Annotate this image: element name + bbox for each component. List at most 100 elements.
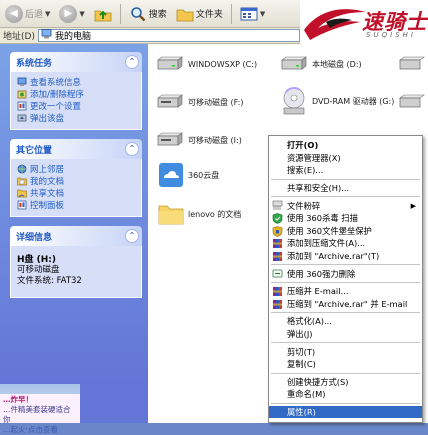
menu-item[interactable]: 属性(R) <box>269 405 422 419</box>
other-places-header[interactable]: 其它位置 ⌃ <box>10 139 142 159</box>
menu-item[interactable]: 打开(O) <box>269 139 422 152</box>
menu-item-label: 打开(O) <box>287 140 319 151</box>
search-icon <box>129 5 147 23</box>
place-label: 共享文档 <box>30 189 65 199</box>
task-change-setting[interactable]: 更改一个设置 <box>17 100 135 112</box>
collapse-icon[interactable]: ⌃ <box>125 229 139 243</box>
back-button[interactable]: ◀ 后退 ▼ <box>2 2 53 26</box>
add-remove-icon <box>17 89 27 99</box>
ad-line-2: …件精美套装硬适合你 <box>3 405 71 424</box>
menu-item-label: 格式化(A)... <box>287 316 332 327</box>
cloud-icon <box>159 163 183 187</box>
menu-item[interactable]: 使用 360强力删除 <box>269 267 422 280</box>
menu-item-label: 属性(R) <box>287 406 316 417</box>
place-network[interactable]: 网上邻居 <box>17 163 135 175</box>
context-menu: 打开(O) 资源管理器(X) 搜索(E)... 共享和安全(H)... 文件粉碎 ▶ 使用 … <box>268 135 423 423</box>
menu-item[interactable]: 复制(C) <box>269 358 422 371</box>
drive-partial-right-2[interactable] <box>398 94 426 110</box>
menu-item[interactable]: 共享和安全(H)... <box>269 182 422 195</box>
menu-item[interactable]: 剪切(T) <box>269 345 422 358</box>
task-label: 更改一个设置 <box>30 102 82 112</box>
place-shared-documents[interactable]: 共享文档 <box>17 187 135 199</box>
hard-drive-icon <box>399 56 425 70</box>
task-eject-disk[interactable]: 弹出该盘 <box>17 112 135 124</box>
address-input[interactable]: 我的电脑 <box>37 29 300 42</box>
menu-item[interactable]: 添加到压缩文件(A)... <box>269 237 422 250</box>
back-arrow-icon: ◀ <box>5 4 23 23</box>
menu-item[interactable]: 资源管理器(X) <box>269 152 422 165</box>
ad-banner[interactable]: …炸早！ …件精美套装硬适合你 …起火·点击查看 <box>0 394 80 434</box>
drive-i[interactable]: 可移动磁盘 (I:) <box>156 132 242 148</box>
menu-item-label: 复制(C) <box>287 359 316 370</box>
menu-item[interactable]: 添加到 "Archive.rar"(T) <box>269 250 422 263</box>
toolbar-separator <box>119 3 121 24</box>
control-panel-icon <box>17 101 27 111</box>
place-control-panel[interactable]: 控制面板 <box>17 199 135 211</box>
folders-button[interactable]: 文件夹 <box>173 2 226 26</box>
menu-item-label: 压缩到 "Archive.rar" 并 E-mail <box>287 298 408 309</box>
drive-g[interactable]: DVD-RAM 驱动器 (G:) <box>280 86 394 116</box>
cloud-drive-360[interactable]: 360云盘 <box>158 162 219 188</box>
details-drive-type: 可移动磁盘 <box>17 265 60 275</box>
views-button[interactable]: ▼ <box>237 2 268 26</box>
logo-subtitle: SUQISHI <box>366 31 416 39</box>
panel-title: 其它位置 <box>16 145 53 156</box>
place-my-documents[interactable]: 我的文档 <box>17 175 135 187</box>
menu-separator <box>271 342 420 344</box>
menu-item-label: 添加到压缩文件(A)... <box>287 238 366 249</box>
drive-partial-right[interactable] <box>398 56 426 72</box>
drive-c[interactable]: WINDOWSXP (C:) <box>156 56 257 72</box>
antivirus-icon <box>272 213 283 224</box>
up-folder-icon <box>94 5 112 23</box>
menu-item[interactable]: 使用 360文件堡垒保护 <box>269 225 422 238</box>
task-view-system-info[interactable]: 查看系统信息 <box>17 76 135 88</box>
archive-icon <box>272 251 283 262</box>
menu-item-label: 资源管理器(X) <box>287 152 341 163</box>
system-info-icon <box>17 77 27 87</box>
folder-label: lenovo 的文档 <box>188 209 242 219</box>
drive-d[interactable]: 本地磁盘 (D:) <box>280 56 362 72</box>
forward-button[interactable]: ▶ ▼ <box>56 2 87 26</box>
menu-separator <box>271 372 420 374</box>
task-add-remove-programs[interactable]: 添加/删除程序 <box>17 88 135 100</box>
menu-item-label: 共享和安全(H)... <box>287 183 350 194</box>
toolbar: ◀ 后退 ▼ ▶ ▼ 搜索 文件夹 ▼ <box>0 0 300 28</box>
other-places-panel: 其它位置 ⌃ 网上邻居 我的文档 共享文档 控制面板 <box>10 139 142 217</box>
chevron-down-icon: ▼ <box>45 9 51 18</box>
details-header[interactable]: 详细信息 ⌃ <box>10 226 142 246</box>
lenovo-documents-folder[interactable]: lenovo 的文档 <box>158 202 241 226</box>
collapse-icon[interactable]: ⌃ <box>125 142 139 156</box>
place-label: 我的文档 <box>30 177 65 187</box>
system-tasks-header[interactable]: 系统任务 ⌃ <box>10 52 142 72</box>
menu-item[interactable]: 文件粉碎 ▶ <box>269 199 422 212</box>
drive-f[interactable]: 可移动磁盘 (F:) <box>156 94 243 110</box>
menu-separator <box>271 312 420 314</box>
menu-separator <box>271 178 420 180</box>
menu-item[interactable]: 弹出(J) <box>269 328 422 341</box>
back-label: 后退 <box>25 10 44 20</box>
address-label: 地址(D) <box>3 32 35 42</box>
menu-item[interactable]: 创建快捷方式(S) <box>269 376 422 389</box>
menu-item[interactable]: 搜索(E)... <box>269 164 422 177</box>
task-pane: 系统任务 ⌃ 查看系统信息 添加/删除程序 更改一个设置 弹出该盘 其它位置 ⌃… <box>0 44 148 384</box>
address-bar: 地址(D) 我的电脑 <box>0 28 300 44</box>
collapse-icon[interactable]: ⌃ <box>125 55 139 69</box>
shared-docs-icon <box>17 188 27 198</box>
search-label: 搜索 <box>148 10 167 20</box>
system-tasks-panel: 系统任务 ⌃ 查看系统信息 添加/删除程序 更改一个设置 弹出该盘 <box>10 52 142 130</box>
details-panel: 详细信息 ⌃ H盘 (H:) 可移动磁盘 文件系统: FAT32 <box>10 226 142 298</box>
menu-item[interactable]: 重命名(M) <box>269 388 422 401</box>
drive-label: 本地磁盘 (D:) <box>312 59 362 69</box>
menu-item-label: 使用 360文件堡垒保护 <box>287 225 372 236</box>
folders-label: 文件夹 <box>195 10 223 20</box>
search-button[interactable]: 搜索 <box>126 2 170 26</box>
menu-item[interactable]: 格式化(A)... <box>269 315 422 328</box>
menu-item[interactable]: 压缩并 E-mail... <box>269 285 422 298</box>
hard-drive-icon <box>157 56 183 70</box>
menu-item[interactable]: 压缩到 "Archive.rar" 并 E-mail <box>269 298 422 311</box>
menu-item[interactable]: 使用 360杀毒 扫描 <box>269 212 422 225</box>
menu-item-label: 搜索(E)... <box>287 165 324 176</box>
submenu-arrow-icon: ▶ <box>410 201 416 210</box>
shield-icon <box>272 225 283 237</box>
up-folder-button[interactable] <box>91 2 115 26</box>
